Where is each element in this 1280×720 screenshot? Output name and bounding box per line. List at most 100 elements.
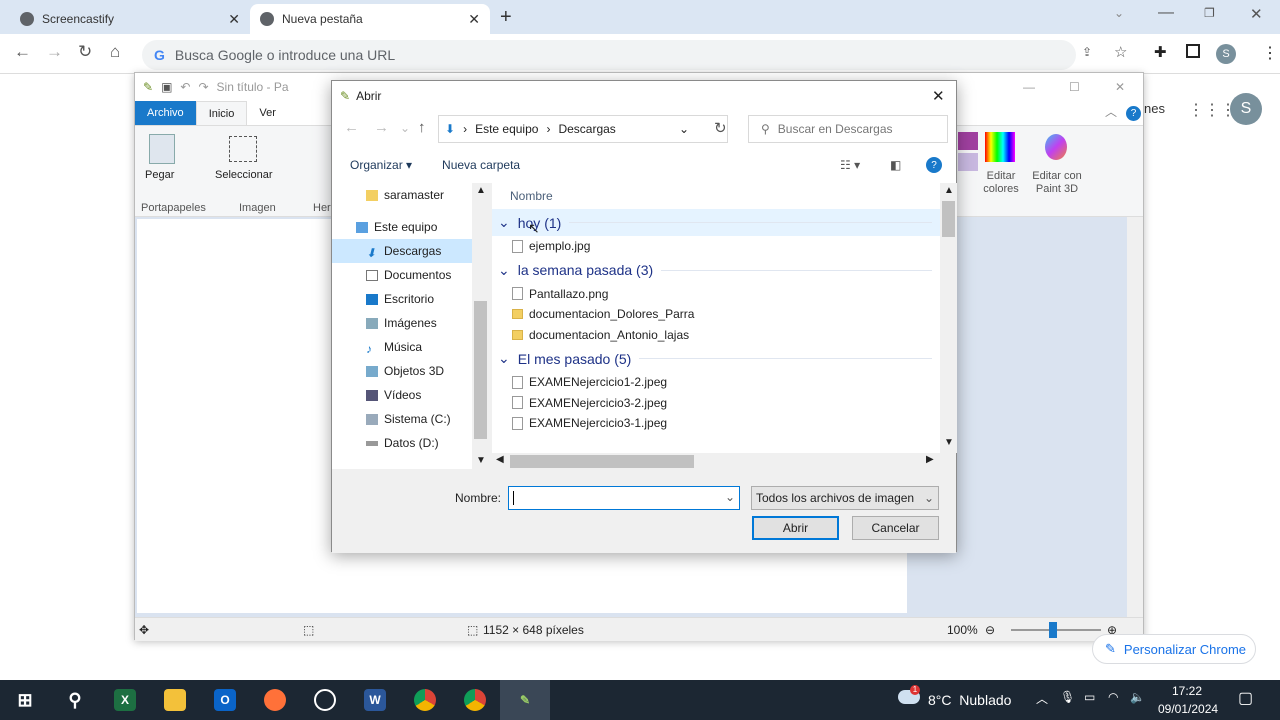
edit-paint3d-button[interactable]: Editar con Paint 3D [1029, 170, 1085, 196]
file-item[interactable]: EXAMENejercicio3-2.jpeg [492, 393, 940, 414]
breadcrumb[interactable]: ⬇ › Este equipo › Descargas ⌄ [438, 115, 728, 143]
paint-close[interactable]: ✕ [1115, 80, 1125, 94]
recent-dropdown-icon[interactable]: ⌄ [400, 121, 410, 135]
tree-scrollbar[interactable]: ▲ ▼ [472, 183, 489, 469]
view-options-icon[interactable]: ☷ ▾ [840, 158, 860, 172]
color-swatch[interactable] [958, 132, 978, 150]
redo-icon[interactable]: ↷ [198, 80, 208, 94]
tab-new-tab[interactable]: Nueva pestaña ✕ [250, 4, 490, 34]
omnibox[interactable]: G Busca Google o introduce una URL [142, 40, 1076, 70]
group-header[interactable]: ⌄ la semana pasada (3) [492, 257, 940, 284]
vertical-scrollbar[interactable] [1127, 217, 1143, 617]
file-list-hscrollbar[interactable]: ◀ ▶ [492, 453, 940, 470]
paste-button[interactable]: Pegar [145, 169, 174, 181]
wifi-icon[interactable]: ◠ [1108, 690, 1118, 704]
breadcrumb-item[interactable]: Este equipo [475, 122, 538, 136]
microphone-icon[interactable]: 🎙 [1060, 690, 1075, 704]
tree-item-documentos[interactable]: Documentos [332, 263, 472, 287]
google-account-avatar[interactable]: S [1230, 93, 1262, 125]
file-item[interactable]: EXAMENejercicio3-1.jpeg [492, 413, 940, 434]
search-input[interactable]: ⚲ Buscar en Descargas [748, 115, 948, 143]
firefox-icon[interactable] [250, 680, 300, 720]
start-button[interactable]: ⊞ [0, 680, 50, 720]
chevron-down-icon[interactable]: ⌄ [725, 490, 735, 504]
chevron-down-icon[interactable]: ⌄ [679, 122, 689, 136]
tree-item-musica[interactable]: ♪ Música [332, 335, 472, 359]
word-icon[interactable]: W [350, 680, 400, 720]
tree-item-objetos-3d[interactable]: Objetos 3D [332, 359, 472, 383]
close-window-button[interactable]: ✕ [1250, 5, 1263, 23]
forward-button[interactable]: → [46, 42, 63, 62]
app-icon[interactable] [300, 680, 350, 720]
file-list-vscrollbar[interactable]: ▲ ▼ [940, 183, 957, 453]
tree-item-escritorio[interactable]: Escritorio [332, 287, 472, 311]
tab-archivo[interactable]: Archivo [135, 101, 196, 125]
chrome-icon[interactable] [400, 680, 450, 720]
edit-colors-icon[interactable] [985, 132, 1015, 162]
customize-chrome-button[interactable]: ✎ Personalizar Chrome [1092, 634, 1256, 664]
folder-item[interactable]: documentacion_Dolores_Parra [492, 304, 940, 325]
group-header[interactable]: ⌄ El mes pasado (5) [492, 345, 940, 372]
clock-date[interactable]: 09/01/2024 [1158, 702, 1218, 716]
refresh-button[interactable]: ↻ [714, 119, 727, 137]
tree-item-datos-d[interactable]: Datos (D:) [332, 431, 472, 455]
help-icon[interactable]: ? [1126, 106, 1141, 121]
folder-item[interactable]: documentacion_Antonio_lajas [492, 325, 940, 346]
battery-icon[interactable]: ▭ [1084, 690, 1095, 704]
home-button[interactable]: ⌂ [110, 42, 120, 62]
chrome-icon[interactable] [450, 680, 500, 720]
file-item[interactable]: ejemplo.jpg [492, 236, 940, 257]
close-tab-icon[interactable]: ✕ [228, 11, 240, 28]
help-icon[interactable]: ? [926, 157, 942, 173]
profile-avatar[interactable]: S [1216, 44, 1236, 64]
tree-item-imagenes[interactable]: Imágenes [332, 311, 472, 335]
back-button[interactable]: ← [14, 42, 31, 62]
restore-button[interactable]: ❐ [1204, 6, 1215, 20]
select-icon[interactable] [229, 136, 257, 162]
page-link-text[interactable]: nes [1144, 101, 1165, 116]
paint-maximize[interactable]: ☐ [1069, 80, 1080, 94]
tab-search-icon[interactable]: ⌄ [1114, 6, 1124, 20]
minimize-button[interactable]: — [1158, 4, 1174, 22]
file-type-filter[interactable]: Todos los archivos de imagen ⌄ [751, 486, 939, 510]
tree-item-saramaster[interactable]: saramaster [332, 183, 472, 207]
file-item[interactable]: Pantallazo.png [492, 284, 940, 305]
tree-item-sistema-c[interactable]: Sistema (C:) [332, 407, 472, 431]
open-button[interactable]: Abrir [752, 516, 839, 540]
search-icon[interactable]: ⚲ [50, 680, 100, 720]
dialog-close-button[interactable]: ✕ [932, 87, 945, 105]
zoom-out-button[interactable]: ⊖ [985, 623, 995, 637]
tab-screencastify[interactable]: Screencastify ✕ [10, 4, 250, 34]
breadcrumb-item[interactable]: Descargas [558, 122, 615, 136]
clock-time[interactable]: 17:22 [1172, 684, 1202, 698]
paste-icon[interactable] [149, 134, 175, 164]
file-explorer-icon[interactable] [150, 680, 200, 720]
tree-item-descargas[interactable]: ⬇ Descargas [332, 239, 472, 263]
color-swatch[interactable] [958, 153, 978, 171]
extensions-icon[interactable]: ✚ [1154, 43, 1167, 61]
edit-colors-button[interactable]: Editar colores [981, 170, 1021, 196]
side-panel-icon[interactable] [1186, 44, 1200, 58]
up-button[interactable]: ↑ [418, 119, 426, 136]
excel-icon[interactable]: X [100, 680, 150, 720]
reload-button[interactable]: ↻ [78, 42, 92, 62]
new-tab-button[interactable]: + [500, 6, 512, 29]
group-header[interactable]: ⌄ hoy (1) [492, 209, 940, 236]
tree-item-este-equipo[interactable]: Este equipo [332, 215, 472, 239]
column-header-name[interactable]: Nombre [492, 183, 940, 209]
apps-grid-icon[interactable]: ⋮⋮⋮ [1188, 100, 1236, 120]
notifications-icon[interactable]: ▢ [1238, 688, 1253, 708]
filename-input[interactable]: ⌄ [508, 486, 740, 510]
preview-pane-icon[interactable]: ◧ [890, 158, 901, 172]
cancel-button[interactable]: Cancelar [852, 516, 939, 540]
file-item[interactable]: EXAMENejercicio1-2.jpeg [492, 372, 940, 393]
undo-icon[interactable]: ↶ [180, 80, 190, 94]
organize-button[interactable]: Organizar ▾ [350, 158, 412, 172]
volume-icon[interactable]: 🔈 [1130, 690, 1145, 704]
menu-icon[interactable]: ⋮ [1262, 43, 1278, 63]
save-icon[interactable]: ▣ [161, 80, 172, 94]
tree-item-videos[interactable]: Vídeos [332, 383, 472, 407]
share-icon[interactable]: ⇪ [1082, 45, 1092, 59]
outlook-icon[interactable]: O [200, 680, 250, 720]
weather-text[interactable]: 8°C Nublado [928, 692, 1011, 708]
